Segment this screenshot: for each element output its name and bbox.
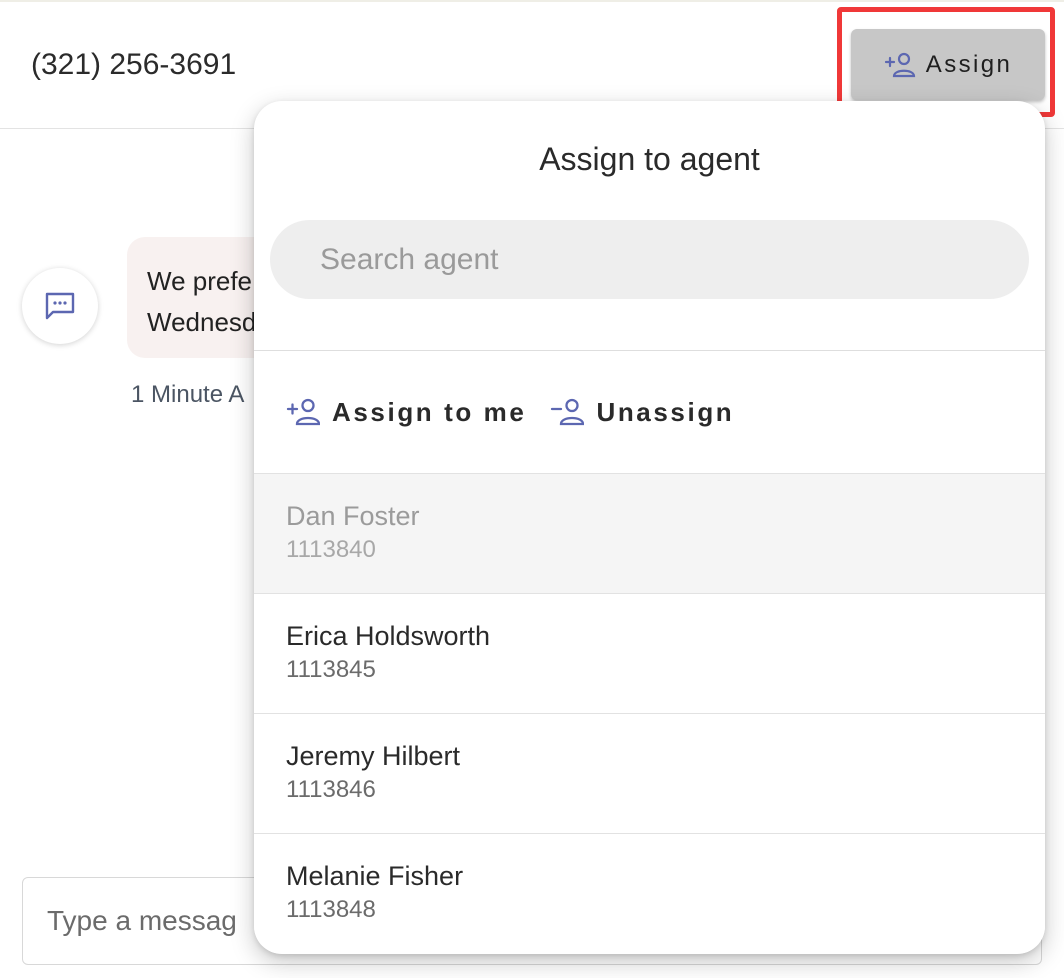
search-agent-input[interactable] xyxy=(318,241,1002,278)
agent-row-jeremy-hilbert[interactable]: Jeremy Hilbert 1113846 xyxy=(254,713,1045,833)
agent-id: 1113848 xyxy=(286,896,376,923)
search-agent-field[interactable] xyxy=(270,220,1029,299)
agent-id: 1113846 xyxy=(286,776,376,803)
assign-agent-popup: Assign to agent Assign to me xyxy=(254,101,1045,954)
person-remove-icon xyxy=(551,398,585,426)
agent-row-erica-holdsworth[interactable]: Erica Holdsworth 1113845 xyxy=(254,593,1045,713)
popup-divider xyxy=(254,350,1045,351)
assign-to-me-button[interactable]: Assign to me xyxy=(286,397,526,428)
agent-id: 1113840 xyxy=(286,536,376,563)
assign-button[interactable]: Assign xyxy=(851,29,1045,100)
contact-phone-number: (321) 256-3691 xyxy=(31,48,237,81)
agent-name: Erica Holdsworth xyxy=(286,621,491,651)
agent-row-melanie-fisher[interactable]: Melanie Fisher 1113848 xyxy=(254,833,1045,953)
assign-actions: Assign to me Unassign xyxy=(286,392,758,432)
unassign-label: Unassign xyxy=(596,396,735,427)
message-timestamp: 1 Minute A xyxy=(131,381,245,408)
agent-row-dan-foster[interactable]: Dan Foster 1113840 xyxy=(254,473,1045,593)
person-add-icon xyxy=(286,398,320,426)
assign-button-label: Assign xyxy=(925,50,1013,78)
agent-id: 1113845 xyxy=(286,656,376,683)
agent-name: Jeremy Hilbert xyxy=(286,741,461,771)
assign-to-me-label: Assign to me xyxy=(332,396,527,427)
popup-title: Assign to agent xyxy=(539,141,760,177)
person-add-icon xyxy=(884,52,915,77)
agent-name: Dan Foster xyxy=(286,501,420,531)
unassign-button[interactable]: Unassign xyxy=(550,397,734,428)
message-avatar xyxy=(22,268,98,344)
agent-name: Melanie Fisher xyxy=(286,861,464,891)
agent-list: Dan Foster 1113840 Erica Holdsworth 1113… xyxy=(254,473,1045,953)
sms-icon xyxy=(45,292,75,320)
composer-placeholder: Type a messag xyxy=(47,905,237,936)
